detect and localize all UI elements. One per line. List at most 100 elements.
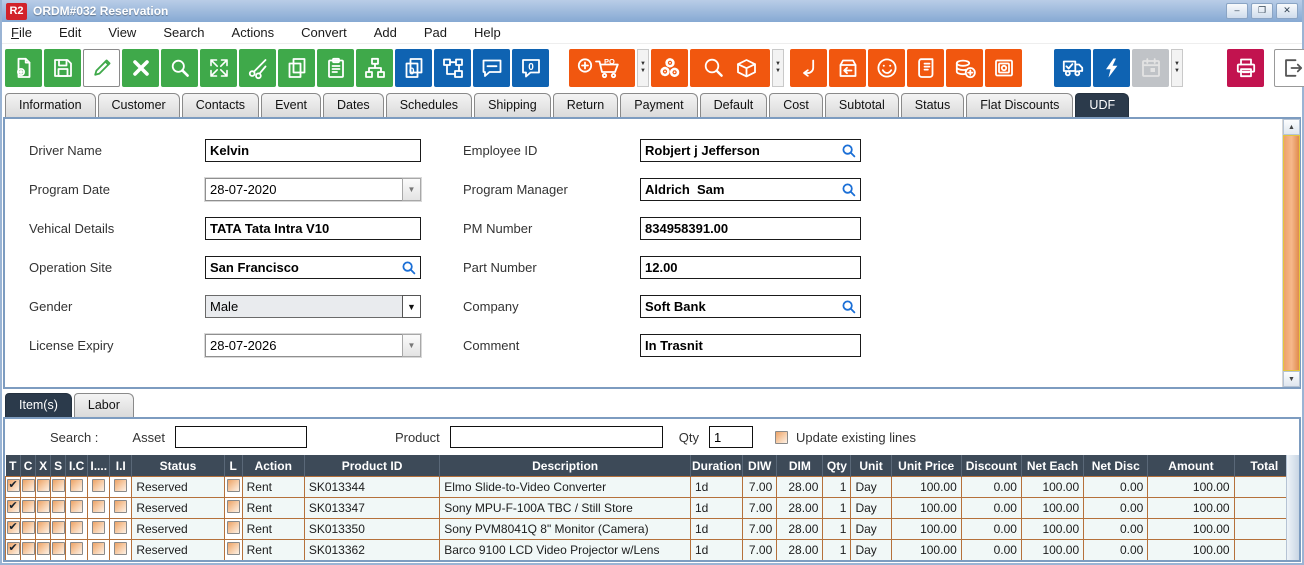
save-button[interactable] [44,49,81,87]
tab-shipping[interactable]: Shipping [474,93,551,117]
cell-checkbox[interactable] [6,477,21,498]
cell-checkbox[interactable] [36,498,51,519]
column-header-description[interactable]: Description [440,456,691,477]
cell-discount[interactable]: 0.00 [961,498,1021,519]
column-header-duration[interactable]: Duration [691,456,743,477]
table-row[interactable]: ReservedRentSK013350Sony PVM8041Q 8" Mon… [6,519,1295,540]
cell-net_each[interactable]: 100.00 [1021,519,1083,540]
expand-button[interactable] [200,49,237,87]
cell-product_id[interactable]: SK013362 [304,540,439,561]
column-header-product-id[interactable]: Product ID [304,456,439,477]
tab-contacts[interactable]: Contacts [182,93,259,117]
menu-file[interactable]: File [11,25,32,40]
tab-schedules[interactable]: Schedules [386,93,472,117]
table-row[interactable]: ReservedRentSK013344Elmo Slide-to-Video … [6,477,1295,498]
print-button[interactable] [1227,49,1264,87]
note-button[interactable] [473,49,510,87]
program-manager-field[interactable]: Aldrich Sam [640,178,861,201]
cell-dim[interactable]: 28.00 [777,540,823,561]
cell-unit_price[interactable]: 100.00 [891,519,961,540]
product-input[interactable] [450,426,663,448]
cell-product_id[interactable]: SK013347 [304,498,439,519]
cell-net_each[interactable]: 100.00 [1021,540,1083,561]
search-field-icon[interactable] [841,299,857,320]
copy-zero-button[interactable]: 0 [395,49,432,87]
calendar-button[interactable] [1132,49,1169,87]
tab-event[interactable]: Event [261,93,321,117]
tab-flat-discounts[interactable]: Flat Discounts [966,93,1073,117]
cell-dim[interactable]: 28.00 [777,498,823,519]
cell-checkbox[interactable] [66,498,88,519]
cell-unit_price[interactable]: 100.00 [891,477,961,498]
cell-status[interactable]: Reserved [132,519,224,540]
cell-checkbox[interactable] [224,498,242,519]
table-row[interactable]: ReservedRentSK013347Sony MPU-F-100A TBC … [6,498,1295,519]
close-button[interactable]: ✕ [1276,3,1298,19]
line-flag-checkbox[interactable] [37,500,50,513]
cell-net_disc[interactable]: 0.00 [1084,519,1148,540]
line-flag-checkbox[interactable] [114,542,127,555]
table-row[interactable]: ReservedRentSK013362Barco 9100 LCD Video… [6,540,1295,561]
cell-discount[interactable]: 0.00 [961,519,1021,540]
line-flag-checkbox[interactable] [22,521,35,534]
part-number-field[interactable]: 12.00 [640,256,861,279]
vehical-details-field[interactable]: TATA Tata Intra V10 [205,217,421,240]
menu-edit[interactable]: Edit [59,25,81,40]
column-header-net-disc[interactable]: Net Disc [1084,456,1148,477]
line-flag-checkbox[interactable] [114,479,127,492]
cell-action[interactable]: Rent [242,519,304,540]
cell-checkbox[interactable] [6,540,21,561]
cell-net_disc[interactable]: 0.00 [1084,540,1148,561]
column-header-qty[interactable]: Qty [823,456,851,477]
cell-checkbox[interactable] [36,519,51,540]
column-header-s[interactable]: S [51,456,66,477]
column-header-diw[interactable]: DIW [743,456,777,477]
column-header-discount[interactable]: Discount [961,456,1021,477]
cut-button[interactable] [239,49,276,87]
items-tab-labor[interactable]: Labor [74,393,134,417]
search-product-dropdown[interactable]: ▼▼ [772,49,784,87]
cell-checkbox[interactable] [88,477,110,498]
cell-duration[interactable]: 1d [691,477,743,498]
line-flag-checkbox[interactable] [52,500,65,513]
cell-checkbox[interactable] [224,519,242,540]
line-flag-checkbox[interactable] [227,500,240,513]
new-document-button[interactable] [5,49,42,87]
minimize-button[interactable]: – [1226,3,1248,19]
column-header-amount[interactable]: Amount [1148,456,1234,477]
cell-duration[interactable]: 1d [691,498,743,519]
cell-checkbox[interactable] [36,540,51,561]
date-dropdown-icon[interactable]: ▼ [402,334,421,357]
cell-unit[interactable]: Day [851,498,891,519]
line-flag-checkbox[interactable] [22,479,35,492]
cell-status[interactable]: Reserved [132,477,224,498]
cell-checkbox[interactable] [66,477,88,498]
line-flag-checkbox[interactable] [52,521,65,534]
cell-checkbox[interactable] [88,498,110,519]
tab-payment[interactable]: Payment [620,93,697,117]
cell-net_each[interactable]: 100.00 [1021,498,1083,519]
cell-amount[interactable]: 100.00 [1148,477,1234,498]
form-scrollbar[interactable]: ▲ ▼ [1282,119,1299,387]
cell-product_id[interactable]: SK013344 [304,477,439,498]
line-flag-checkbox[interactable] [70,521,83,534]
cell-checkbox[interactable] [66,519,88,540]
cell-net_each[interactable]: 100.00 [1021,477,1083,498]
services-button[interactable] [651,49,688,87]
line-flag-checkbox[interactable] [114,521,127,534]
cell-dim[interactable]: 28.00 [777,519,823,540]
line-select-checkbox[interactable] [7,542,20,555]
cell-description[interactable]: Sony MPU-F-100A TBC / Still Store [440,498,691,519]
exit-button[interactable] [1274,49,1304,87]
cell-qty[interactable]: 1 [823,540,851,561]
cell-checkbox[interactable] [51,498,66,519]
tab-udf[interactable]: UDF [1075,93,1129,117]
column-header-net-each[interactable]: Net Each [1021,456,1083,477]
comment-field[interactable]: In Trasnit [640,334,861,357]
cell-checkbox[interactable] [110,477,132,498]
vault-button[interactable] [985,49,1022,87]
menu-add[interactable]: Add [374,25,397,40]
cell-diw[interactable]: 7.00 [743,477,777,498]
search-field-icon[interactable] [401,260,417,281]
workflow-button[interactable] [434,49,471,87]
